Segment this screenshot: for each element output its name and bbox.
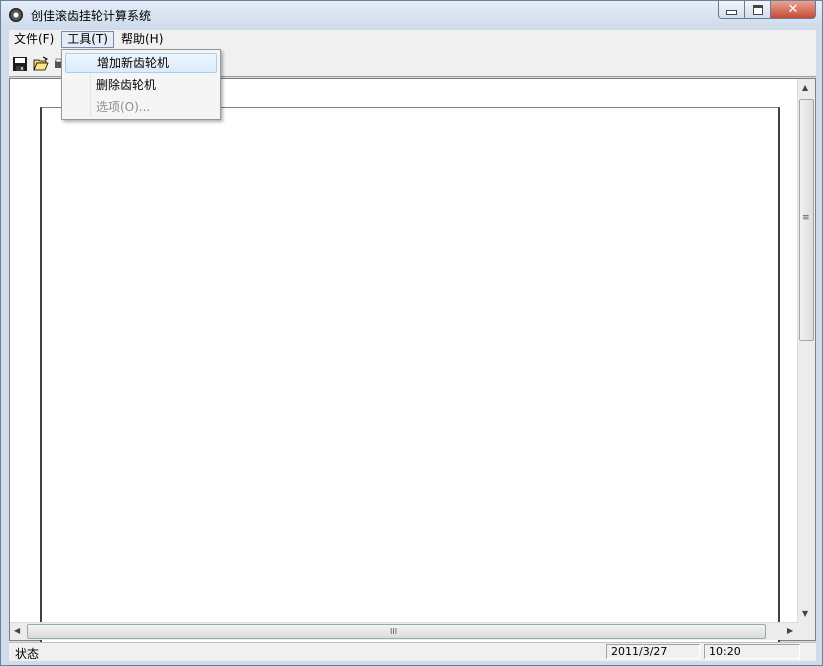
application-window: 创佳滚齿挂轮计算系统 ✕ 文件(F) 工具(T) 帮助(H) ▲ ≡ ▼ ◀ I… xyxy=(0,0,823,666)
grip-icon: ≡ xyxy=(802,213,810,223)
status-bar: 状态 2011/3/27 10:20 xyxy=(9,642,816,661)
menu-bar: 文件(F) 工具(T) 帮助(H) xyxy=(9,30,816,49)
scroll-right-arrow-icon[interactable]: ▶ xyxy=(787,626,793,635)
menu-file[interactable]: 文件(F) xyxy=(9,31,59,48)
save-icon[interactable] xyxy=(12,56,28,72)
menu-item-add-gear-machine[interactable]: 增加新齿轮机 xyxy=(65,53,217,73)
scroll-down-arrow-icon[interactable]: ▼ xyxy=(802,609,808,618)
tools-dropdown-menu: 增加新齿轮机 删除齿轮机 选项(O)... xyxy=(61,49,221,120)
minimize-icon xyxy=(726,10,737,15)
maximize-icon xyxy=(752,4,763,15)
grip-icon: III xyxy=(390,627,398,636)
minimize-button[interactable] xyxy=(718,1,745,19)
title-bar[interactable]: 创佳滚齿挂轮计算系统 ✕ xyxy=(1,1,822,29)
window-controls: ✕ xyxy=(718,1,816,20)
menu-item-options: 选项(O)... xyxy=(96,100,151,114)
menu-item-delete-gear-machine[interactable]: 删除齿轮机 xyxy=(65,75,217,95)
scroll-left-arrow-icon[interactable]: ◀ xyxy=(14,626,20,635)
scroll-up-arrow-icon[interactable]: ▲ xyxy=(802,83,808,92)
maximize-button[interactable] xyxy=(745,1,771,19)
vertical-scroll-thumb[interactable]: ≡ xyxy=(799,99,814,341)
document-area: ▲ ≡ ▼ ◀ III ▶ xyxy=(9,78,816,647)
close-icon: ✕ xyxy=(787,2,799,17)
open-folder-icon[interactable] xyxy=(33,56,49,72)
document-page xyxy=(40,107,780,647)
status-time: 10:20 xyxy=(704,644,800,659)
app-icon[interactable] xyxy=(9,8,23,22)
status-date: 2011/3/27 xyxy=(606,644,700,659)
scrollbar-corner xyxy=(798,623,815,640)
horizontal-scrollbar[interactable]: ◀ III ▶ xyxy=(10,622,799,640)
menu-help[interactable]: 帮助(H) xyxy=(116,31,168,48)
horizontal-scroll-thumb[interactable]: III xyxy=(27,624,766,639)
close-button[interactable]: ✕ xyxy=(771,1,816,19)
window-title: 创佳滚齿挂轮计算系统 xyxy=(31,9,152,23)
status-text: 状态 xyxy=(15,647,40,661)
menu-tools[interactable]: 工具(T) xyxy=(61,31,114,48)
vertical-scrollbar[interactable]: ▲ ≡ ▼ xyxy=(797,79,815,624)
